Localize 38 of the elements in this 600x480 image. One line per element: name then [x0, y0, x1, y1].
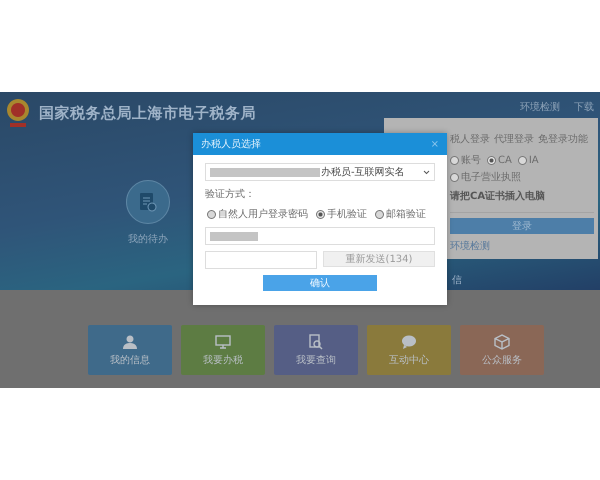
todo-icon[interactable] — [126, 180, 170, 224]
login-method-radio[interactable]: IA — [518, 154, 539, 166]
verify-radio[interactable]: 自然人用户登录密码 — [207, 207, 308, 221]
person-icon — [122, 334, 138, 350]
login-tab[interactable]: 免登录功能 — [538, 132, 588, 148]
todo-label: 我的待办 — [128, 232, 168, 246]
person-select[interactable]: 办税员-互联网实名 — [205, 163, 435, 181]
login-tab[interactable]: 代理登录 — [494, 132, 534, 148]
site-title: 国家税务总局上海市电子税务局 — [39, 104, 256, 122]
phone-field[interactable] — [205, 227, 435, 245]
confirm-button[interactable]: 确认 — [263, 275, 377, 291]
verify-radio[interactable]: 邮箱验证 — [375, 207, 426, 221]
box-icon — [494, 334, 510, 350]
verify-radio[interactable]: 手机验证 — [316, 207, 367, 221]
header-link[interactable]: 下载 — [574, 100, 594, 114]
menu-tile[interactable]: 我的信息 — [88, 325, 172, 375]
check-link[interactable]: 环境检测 — [450, 239, 594, 253]
menu-tile[interactable]: 公众服务 — [460, 325, 544, 375]
verify-label: 验证方式： — [205, 188, 256, 201]
login-tab[interactable]: 税人登录 — [450, 132, 490, 148]
menu-tile[interactable]: 我要办税 — [181, 325, 265, 375]
login-button[interactable]: 登录 — [450, 218, 594, 234]
monitor-icon — [215, 334, 231, 350]
menu-tile[interactable]: 我要查询 — [274, 325, 358, 375]
menu-tile[interactable]: 互动中心 — [367, 325, 451, 375]
dialog-title-bar: 办税人员选择 × — [193, 133, 447, 155]
caret-icon — [423, 170, 430, 174]
close-button[interactable]: × — [430, 138, 439, 150]
header-link[interactable]: 环境检测 — [520, 100, 560, 114]
chat-icon — [401, 334, 417, 350]
banner-text: 信 — [452, 274, 462, 287]
code-input[interactable] — [205, 251, 317, 269]
ca-prompt: 请把CA证书插入电脑 — [450, 189, 546, 203]
emblem-logo — [5, 98, 31, 128]
search-icon — [308, 334, 324, 350]
login-method-radio[interactable]: 账号 — [450, 153, 481, 167]
login-method-radio[interactable]: CA — [487, 154, 512, 166]
login-method-radio[interactable]: 电子营业执照 — [450, 170, 521, 184]
